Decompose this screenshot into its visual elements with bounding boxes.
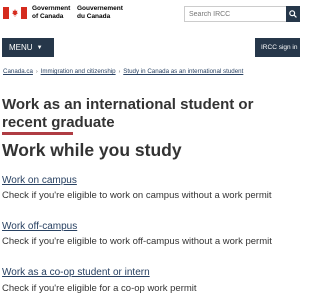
breadcrumb-immigration[interactable]: Immigration and citizenship (41, 68, 116, 75)
gouvernement-du-canada-signature[interactable]: Gouvernement du Canada (77, 5, 123, 20)
search-button[interactable] (286, 6, 300, 22)
top-header: Government of Canada Gouvernement du Can… (0, 0, 300, 30)
link-work-on-campus[interactable]: Work on campus (2, 175, 77, 186)
breadcrumb: Canada.ca › Immigration and citizenship › St… (3, 68, 300, 75)
canada-flag-icon[interactable] (3, 7, 27, 19)
desc-work-on-campus: Check if you're eligible to work on camp… (2, 190, 272, 201)
desc-work-off-campus: Check if you're eligible to work off-cam… (2, 236, 272, 247)
page-title: Work as an international student or rece… (2, 96, 254, 131)
desc-coop-intern: Check if you're eligible for a co-op wor… (2, 283, 197, 294)
menu-button[interactable]: MENU ▼ (2, 38, 54, 57)
menu-bar: MENU ▼ IRCC sign in (0, 38, 300, 58)
title-underline (2, 132, 73, 135)
link-coop-intern[interactable]: Work as a co-op student or intern (2, 267, 150, 278)
maple-leaf-icon (11, 9, 19, 17)
chevron-right-icon: › (35, 69, 38, 75)
chevron-down-icon: ▼ (36, 45, 43, 51)
government-of-canada-signature[interactable]: Government of Canada (32, 5, 70, 20)
breadcrumb-study[interactable]: Study in Canada as an international stud… (123, 68, 243, 75)
flag-red-band-left (3, 7, 9, 19)
link-work-off-campus[interactable]: Work off-campus (2, 221, 77, 232)
breadcrumb-canada[interactable]: Canada.ca (3, 68, 33, 75)
menu-label: MENU (9, 43, 33, 52)
gov-en-line1: Government (32, 5, 71, 12)
gov-fr-line1: Gouvernement (77, 5, 123, 12)
search-input[interactable] (185, 7, 285, 21)
section-heading: Work while you study (2, 140, 182, 160)
search-icon (289, 10, 297, 18)
search-box (184, 6, 287, 22)
chevron-right-icon: › (118, 69, 121, 75)
gov-en-line2: of Canada (32, 12, 64, 20)
ircc-signin-button[interactable]: IRCC sign in (255, 38, 300, 57)
signin-label: IRCC sign in (261, 44, 298, 51)
gov-fr-line2: du Canada (77, 12, 111, 20)
flag-red-band-right (21, 7, 27, 19)
